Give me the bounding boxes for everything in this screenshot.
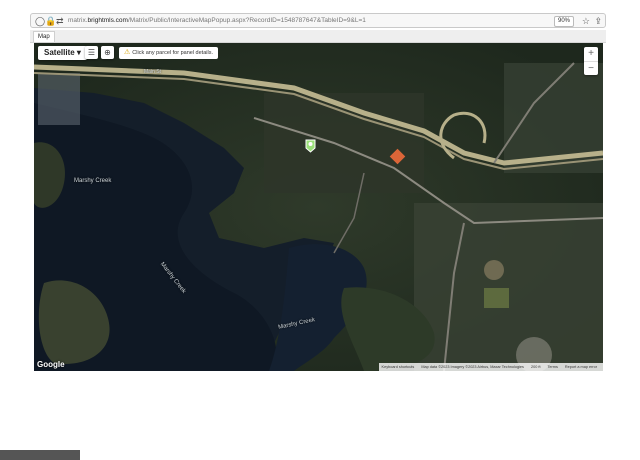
google-logo: Google — [37, 360, 65, 369]
share-icon[interactable]: ⇪ — [594, 15, 602, 27]
map-type-button[interactable]: Satellite ▾ — [38, 46, 87, 60]
map-data-text: Map data ©2023 Imagery ©2023 Airbus, Max… — [421, 365, 524, 369]
zoom-out-button[interactable]: − — [584, 62, 598, 76]
terms-link[interactable]: Terms — [548, 365, 558, 369]
map-label: Main St — [144, 69, 161, 75]
shield-icon[interactable]: ◯ — [35, 15, 45, 27]
star-icon[interactable]: ☆ — [582, 15, 590, 27]
address-bar[interactable]: ◯ 🔒 ⇄ matrix.brightmls.com/Matrix/Public… — [30, 13, 606, 28]
satellite-map[interactable]: Satellite ▾ ☰ ⊕ ⚠ Click any parcel for pa… — [34, 43, 603, 371]
layers-icon[interactable]: ☰ — [85, 46, 98, 59]
url-text[interactable]: matrix.brightmls.com/Matrix/Public/Inter… — [68, 16, 366, 26]
permissions-icon[interactable]: ⇄ — [56, 15, 64, 27]
zoom-in-button[interactable]: + — [584, 47, 598, 61]
tab-strip: Map — [30, 30, 606, 43]
property-marker-icon[interactable] — [305, 139, 316, 153]
locate-icon[interactable]: ⊕ — [101, 46, 114, 59]
map-label: Marshy Creek — [74, 178, 112, 184]
keyboard-shortcuts-link[interactable]: Keyboard shortcuts — [382, 365, 415, 369]
zoom-controls: + − — [584, 47, 598, 75]
zoom-level[interactable]: 90% — [553, 16, 574, 27]
report-error-link[interactable]: Report a map error — [565, 365, 597, 369]
scale-text: 200 ft — [531, 365, 541, 369]
info-icon: ⚠ — [124, 49, 131, 56]
satellite-imagery — [34, 43, 603, 371]
map-hint: ⚠ Click any parcel for panel details. — [119, 47, 218, 59]
brightmls-logo — [0, 450, 80, 460]
lock-icon: 🔒 — [45, 16, 57, 26]
chevron-down-icon: ▾ — [76, 48, 81, 57]
map-attribution: Keyboard shortcuts Map data ©2023 Imager… — [378, 363, 603, 371]
tab-map[interactable]: Map — [33, 31, 55, 42]
